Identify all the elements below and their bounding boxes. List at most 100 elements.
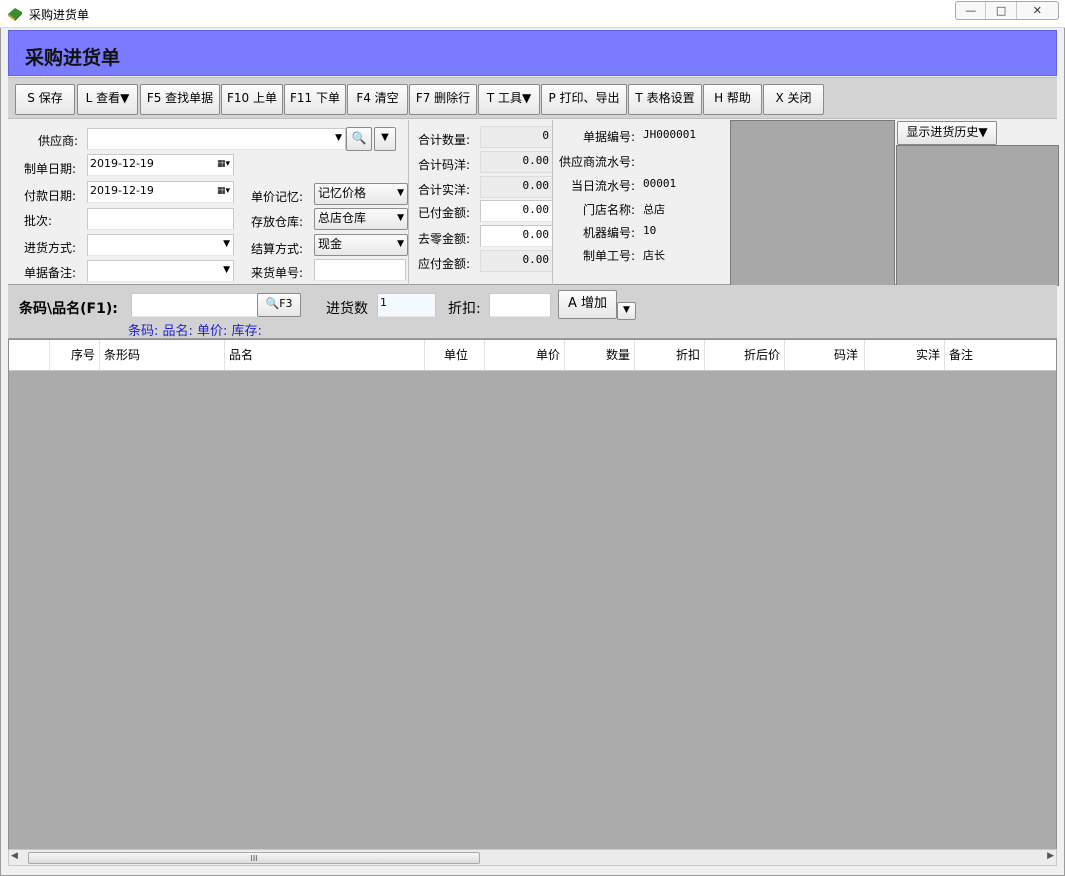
price-memory-select[interactable]: 记忆价格 ▼ [314,183,408,205]
dropdown-arrow-icon: ▼ [397,188,404,198]
remark-select[interactable]: ▼ [87,260,234,282]
print-export-button[interactable]: P 打印、导出 [541,84,627,115]
pay-date-value: 2019-12-19 [90,184,154,197]
dropdown-arrow-icon: ▼ [397,239,404,249]
tools-menu-button[interactable]: T 工具▼ [478,84,540,115]
item-entry-bar: 条码\品名(F1): 🔍F3 进货数 1 折扣: A 增加 ▼ 条码: 品名: … [8,285,1057,339]
settle-method-value: 现金 [318,237,343,251]
machine-no-label: 机器编号: [582,226,635,240]
col-index[interactable]: 序号 [50,340,100,370]
batch-input[interactable] [87,208,234,230]
paid-amount-input[interactable]: 0.00 [480,200,553,222]
items-grid: 序号 条形码 品名 单位 单价 数量 折扣 折后价 码洋 实洋 备注 [8,339,1057,850]
window-controls: — □ ✕ [955,1,1059,20]
warehouse-select[interactable]: 总店仓库 ▼ [314,208,408,230]
batch-label: 批次: [24,214,53,228]
form-divider [408,120,409,285]
remark-label: 单据备注: [24,266,77,280]
maximize-button[interactable]: □ [986,2,1017,19]
round-off-label: 去零金额: [418,232,471,246]
discount-label: 折扣: [448,301,481,317]
purchase-method-select[interactable]: ▼ [87,234,234,256]
price-memory-value: 记忆价格 [318,186,367,200]
close-button[interactable]: X 关闭 [763,84,824,115]
round-off-input[interactable]: 0.00 [480,225,553,247]
dropdown-arrow-icon: ▼ [223,239,230,249]
supplier-select[interactable]: ▼ [87,128,346,150]
store-name-label: 门店名称: [582,203,635,217]
view-menu-button[interactable]: L 查看▼ [77,84,138,115]
col-barcode[interactable]: 条形码 [100,340,225,370]
supplier-serial-label: 供应商流水号: [558,155,635,169]
col-net-amount[interactable]: 实洋 [865,340,945,370]
help-button[interactable]: H 帮助 [703,84,762,115]
operator-value: 店长 [643,249,665,262]
page-title: 采购进货单 [25,47,121,69]
quantity-input[interactable]: 1 [377,293,436,317]
store-name-value: 总店 [643,203,665,216]
calendar-icon: ▦▾ [216,186,230,196]
machine-no-value: 10 [643,224,657,237]
col-name[interactable]: 品名 [225,340,425,370]
find-document-button[interactable]: F5 查找单据 [140,84,220,115]
magnifier-icon: 🔍 [351,131,367,145]
add-options-button[interactable]: ▼ [617,302,636,320]
add-item-button[interactable]: A 增加 [558,290,617,319]
clear-button[interactable]: F4 清空 [347,84,408,115]
product-image-panel [730,120,895,286]
barcode-search-button[interactable]: 🔍F3 [257,293,301,317]
table-settings-button[interactable]: T 表格设置 [628,84,702,115]
horizontal-scrollbar[interactable]: ◀ III ▶ [8,849,1057,866]
scroll-grip: III [250,854,258,863]
col-price[interactable]: 单价 [485,340,565,370]
pay-date-picker[interactable]: 2019-12-19 ▦▾ [87,181,234,203]
col-discount[interactable]: 折扣 [635,340,705,370]
delete-row-button[interactable]: F7 删除行 [409,84,477,115]
barcode-input[interactable] [131,293,259,317]
header-banner: 采购进货单 [8,30,1057,76]
dropdown-arrow-icon: ▼ [223,265,230,275]
incoming-no-label: 来货单号: [251,266,304,280]
daily-serial-label: 当日流水号: [570,179,635,193]
price-memory-label: 单价记忆: [251,190,304,204]
settle-method-select[interactable]: 现金 ▼ [314,234,408,256]
minimize-button[interactable]: — [956,2,987,19]
scroll-left-arrow-icon[interactable]: ◀ [11,851,18,861]
barcode-label: 条码\品名(F1): [19,301,118,317]
warehouse-value: 总店仓库 [318,211,367,225]
next-document-button[interactable]: F11 下单 [284,84,346,115]
save-button[interactable]: S 保存 [15,84,75,115]
payable-amount-value: 0.00 [480,250,553,272]
barcode-search-label: F3 [279,297,293,310]
create-date-picker[interactable]: 2019-12-19 ▦▾ [87,154,234,176]
supplier-search-button[interactable]: 🔍 [346,127,372,151]
grid-header: 序号 条形码 品名 单位 单价 数量 折扣 折后价 码洋 实洋 备注 [9,340,1056,371]
col-remark[interactable]: 备注 [945,340,1056,370]
total-list-price-value: 0.00 [480,151,553,173]
doc-no-label: 单据编号: [582,130,635,144]
previous-document-button[interactable]: F10 上单 [221,84,283,115]
col-discounted-price[interactable]: 折后价 [705,340,785,370]
history-panel [896,145,1059,286]
discount-input[interactable] [489,293,551,317]
item-info-hint: 条码: 品名: 单价: 库存: [128,324,262,339]
supplier-more-button[interactable]: ▼ [374,127,396,151]
scroll-right-arrow-icon[interactable]: ▶ [1047,851,1054,861]
col-list-amount[interactable]: 码洋 [785,340,865,370]
col-unit[interactable]: 单位 [425,340,485,370]
total-net-price-label: 合计实洋: [418,183,471,197]
incoming-no-input[interactable] [314,259,406,281]
close-window-button[interactable]: ✕ [1017,2,1058,19]
scrollbar-thumb[interactable]: III [28,852,480,864]
create-date-value: 2019-12-19 [90,157,154,170]
row-selector-header [9,340,50,370]
settle-method-label: 结算方式: [251,242,304,256]
daily-serial-value: 00001 [643,177,677,190]
app-book-icon [7,7,23,21]
window-title: 采购进货单 [29,8,90,22]
total-list-price-label: 合计码洋: [418,158,471,172]
col-quantity[interactable]: 数量 [565,340,635,370]
show-history-button[interactable]: 显示进货历史▼ [897,121,997,145]
pay-date-label: 付款日期: [24,189,77,203]
toolbar: S 保存 L 查看▼ F5 查找单据 F10 上单 F11 下单 F4 清空 F… [8,77,1057,119]
